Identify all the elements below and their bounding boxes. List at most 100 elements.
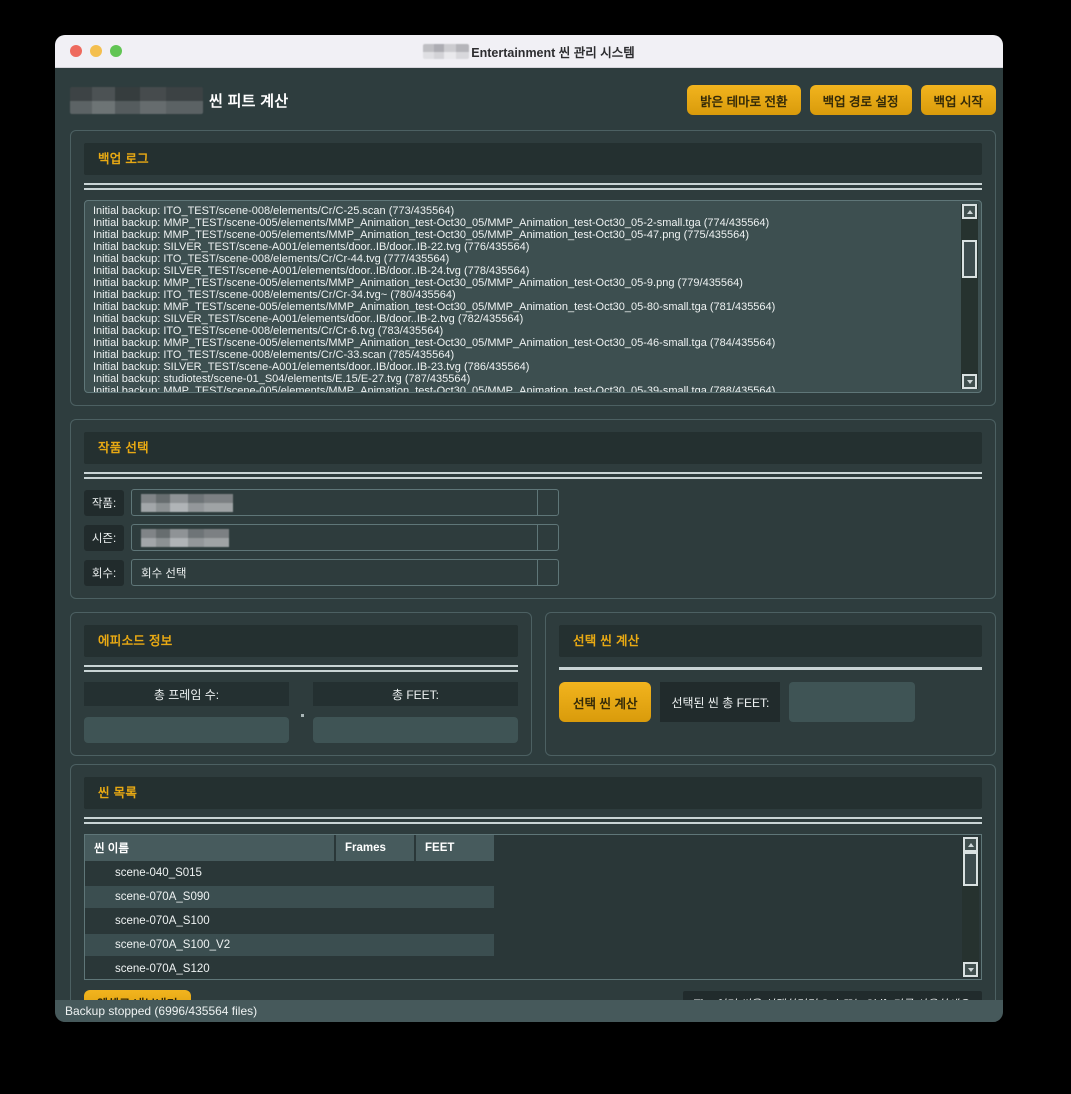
work-selection-title: 작품 선택	[84, 432, 982, 464]
total-feet-column: 총 FEET:	[313, 682, 518, 743]
app-header: 씬 피트 계산 밝은 테마로 전환 백업 경로 설정 백업 시작	[70, 83, 996, 117]
scene-name: scene-070A_S100	[115, 915, 210, 927]
scene-name: scene-070A_S100_V2	[115, 939, 231, 951]
scene-name: scene-070A_S090	[115, 891, 210, 903]
scene-table: 씬 이름 Frames FEET scene-040_S015 scene-070…	[84, 834, 982, 980]
scroll-down-icon[interactable]	[962, 374, 977, 389]
calc-selected-button[interactable]: 선택 씬 계산	[559, 682, 652, 722]
total-frames-column: 총 프레임 수:	[84, 682, 289, 743]
scene-row[interactable]: scene-070A_S120	[85, 957, 981, 979]
selected-feet-field[interactable]	[789, 682, 916, 722]
separator	[84, 472, 982, 479]
window-title-area: Entertainment 씬 관리 시스템	[423, 42, 635, 61]
close-icon[interactable]	[70, 45, 82, 57]
traffic-lights	[70, 35, 122, 67]
total-feet-field[interactable]	[313, 717, 518, 743]
scene-row[interactable]: scene-040_S015	[85, 861, 981, 885]
calc-controls: 선택 씬 계산 선택된 씬 총 FEET:	[559, 682, 982, 722]
work-select[interactable]	[131, 489, 559, 516]
log-entry: Initial backup: MMP_TEST/scene-005/eleme…	[93, 301, 776, 313]
episode-label: 회수:	[84, 559, 124, 586]
zoom-icon[interactable]	[110, 45, 122, 57]
scrollbar-thumb[interactable]	[963, 852, 978, 886]
scroll-up-icon[interactable]	[963, 837, 978, 852]
episode-select-value: 회수 선택	[141, 567, 187, 580]
work-selection-group: 작품 선택 작품: 시즌: 회수: 회수 선택	[70, 419, 996, 599]
separator	[84, 183, 982, 190]
log-entry: Initial backup: MMP_TEST/scene-005/eleme…	[93, 385, 776, 393]
scene-name: scene-070A_S120	[115, 963, 210, 975]
log-entry: Initial backup: ITO_TEST/scene-008/eleme…	[93, 205, 455, 217]
episode-select[interactable]: 회수 선택	[131, 559, 559, 586]
theme-toggle-button[interactable]: 밝은 테마로 전환	[687, 85, 801, 115]
log-entry: Initial backup: MMP_TEST/scene-005/eleme…	[93, 217, 770, 229]
episode-info-title: 에피소드 정보	[84, 625, 518, 657]
log-entry: Initial backup: MMP_TEST/scene-005/eleme…	[93, 277, 743, 289]
backup-path-button[interactable]: 백업 경로 설정	[809, 85, 912, 115]
log-entry: Initial backup: MMP_TEST/scene-005/eleme…	[93, 337, 776, 349]
backup-log-list: Initial backup: ITO_TEST/scene-008/eleme…	[93, 205, 957, 393]
scene-name: scene-040_S015	[115, 867, 202, 879]
total-frames-field[interactable]	[84, 717, 289, 743]
redacted-logo	[70, 86, 203, 114]
log-entry: Initial backup: studiotest/scene-01_S04/…	[93, 373, 471, 385]
dropdown-arrow-icon[interactable]	[537, 490, 558, 515]
scroll-up-icon[interactable]	[962, 204, 977, 219]
column-header-feet[interactable]: FEET	[416, 835, 496, 861]
log-entry: Initial backup: SILVER_TEST/scene-A001/e…	[93, 265, 530, 277]
scene-list-title: 씬 목록	[84, 777, 982, 809]
main-content: 씬 피트 계산 밝은 테마로 전환 백업 경로 설정 백업 시작 백업 로그 I…	[55, 83, 1003, 1022]
scene-list-group: 씬 목록 씬 이름 Frames FEET scene-040_S015 scen…	[70, 764, 996, 1022]
log-entry: Initial backup: ITO_TEST/scene-008/eleme…	[93, 253, 450, 265]
page-title: 씬 피트 계산	[209, 92, 289, 110]
header-buttons: 밝은 테마로 전환 백업 경로 설정 백업 시작	[687, 85, 996, 115]
backup-log-box: Initial backup: ITO_TEST/scene-008/eleme…	[84, 200, 982, 393]
log-entry: Initial backup: ITO_TEST/scene-008/eleme…	[93, 349, 455, 361]
log-entry: Initial backup: SILVER_TEST/scene-A001/e…	[93, 313, 524, 325]
log-entry: Initial backup: SILVER_TEST/scene-A001/e…	[93, 361, 530, 373]
divider-dot	[301, 714, 304, 717]
separator	[84, 665, 518, 672]
selected-scene-calc-group: 선택 씬 계산 선택 씬 계산 선택된 씬 총 FEET:	[545, 612, 996, 756]
total-feet-label: 총 FEET:	[313, 682, 518, 706]
log-scrollbar[interactable]	[961, 204, 978, 389]
separator	[559, 667, 982, 670]
window-title: Entertainment 씬 관리 시스템	[471, 45, 635, 60]
middle-groups: 에피소드 정보 총 프레임 수: 총 FEET: 선택 씬 계산 선택 씬 계산…	[70, 599, 996, 756]
redacted-season-value	[141, 528, 229, 547]
column-header-frames[interactable]: Frames	[336, 835, 416, 861]
scene-table-body: scene-040_S015 scene-070A_S090 scene-070A_…	[85, 861, 981, 979]
total-frames-label: 총 프레임 수:	[84, 682, 289, 706]
log-entry: Initial backup: SILVER_TEST/scene-A001/e…	[93, 241, 530, 253]
scroll-down-icon[interactable]	[963, 962, 978, 977]
season-label: 시즌:	[84, 524, 124, 551]
scene-row[interactable]: scene-070A_S090	[85, 885, 981, 909]
selected-scene-calc-title: 선택 씬 계산	[559, 625, 982, 657]
redacted-title-prefix	[423, 43, 470, 59]
work-field-row: 작품:	[84, 489, 982, 516]
episode-info-group: 에피소드 정보 총 프레임 수: 총 FEET:	[70, 612, 532, 756]
work-label: 작품:	[84, 489, 124, 516]
backup-log-title: 백업 로그	[84, 143, 982, 175]
backup-start-button[interactable]: 백업 시작	[920, 85, 996, 115]
backup-log-group: 백업 로그 Initial backup: ITO_TEST/scene-008…	[70, 130, 996, 406]
scene-scrollbar[interactable]	[962, 837, 979, 977]
season-field-row: 시즌:	[84, 524, 982, 551]
separator	[84, 817, 982, 824]
log-entry: Initial backup: MMP_TEST/scene-005/eleme…	[93, 229, 750, 241]
scrollbar-thumb[interactable]	[962, 240, 977, 278]
scene-row[interactable]: scene-070A_S100	[85, 909, 981, 933]
scene-table-header: 씬 이름 Frames FEET	[85, 835, 981, 861]
app-window: Entertainment 씬 관리 시스템 씬 피트 계산 밝은 테마로 전환…	[55, 35, 1003, 1022]
column-header-scene-name[interactable]: 씬 이름	[85, 835, 336, 861]
scene-row[interactable]: scene-070A_S100_V2	[85, 933, 981, 957]
dropdown-arrow-icon[interactable]	[537, 560, 558, 585]
episode-info-fields: 총 프레임 수: 총 FEET:	[84, 682, 518, 743]
episode-field-row: 회수: 회수 선택	[84, 559, 982, 586]
log-entry: Initial backup: ITO_TEST/scene-008/eleme…	[93, 289, 456, 301]
season-select[interactable]	[131, 524, 559, 551]
status-bar: Backup stopped (6996/435564 files)	[55, 1000, 1003, 1022]
title-bar: Entertainment 씬 관리 시스템	[55, 35, 1003, 68]
minimize-icon[interactable]	[90, 45, 102, 57]
dropdown-arrow-icon[interactable]	[537, 525, 558, 550]
